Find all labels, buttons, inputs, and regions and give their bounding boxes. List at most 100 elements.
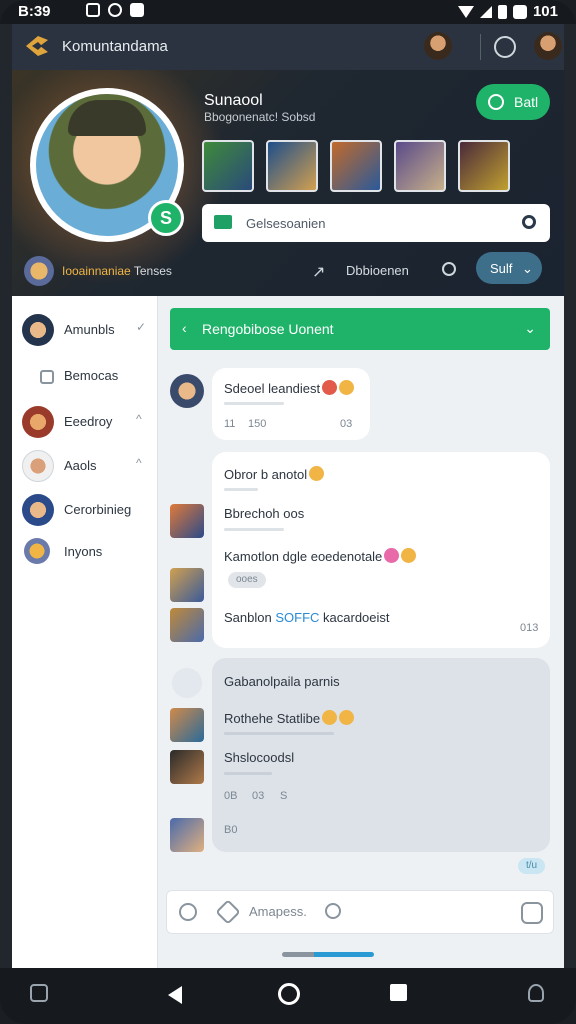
profile-avatar[interactable] [534, 32, 562, 60]
chat-bubble-icon[interactable] [494, 36, 516, 58]
sidebar-item[interactable]: Eeedroy ^ [12, 402, 158, 442]
notification-icon [86, 3, 100, 17]
thumb-emoji-icon [322, 710, 338, 725]
home-icon[interactable] [278, 983, 300, 1005]
search-field[interactable]: Gelsesoanien [202, 204, 550, 242]
unread-badge: t/u [518, 858, 546, 874]
profile-hero: S Sunaool Bbogonenatc! Sobsd Batl Gelses… [12, 70, 564, 296]
profile-subtitle: Bbogonenatc! Sobsd [204, 110, 316, 124]
search-icon[interactable] [522, 215, 536, 229]
message-body: Obror b anotol [224, 467, 308, 482]
sidebar-item[interactable]: Bemocas [12, 356, 158, 396]
heart-eyes-emoji-icon [384, 548, 400, 563]
thumb-emoji-icon [309, 466, 325, 481]
message-text: Bbrechoh oos [224, 506, 305, 521]
message-time: 013 [520, 622, 539, 634]
message-link[interactable]: SOFFC [275, 610, 319, 625]
sidebar-item[interactable]: Amunbls ✓ [12, 310, 158, 350]
sidebar: Amunbls ✓ Bemocas Eeedroy ^ Aaols ^ Cero… [12, 296, 158, 968]
chevron-down-icon[interactable]: ⌄ [524, 320, 536, 337]
sidebar-item[interactable]: Inyons [12, 532, 158, 572]
message-text: Rothehe Statlibe [224, 710, 355, 726]
sidebar-item-label: Amunbls [64, 322, 115, 337]
chat-button-label: Batl [514, 94, 539, 110]
game-thumbnail[interactable] [458, 140, 510, 192]
wifi-icon [457, 5, 474, 18]
page-icon [40, 370, 54, 384]
avatar[interactable] [170, 568, 204, 602]
community-name: Iooainnaniae [62, 264, 131, 278]
app-notification-icon [130, 3, 144, 17]
avatar[interactable] [170, 608, 204, 642]
battery-icon [497, 4, 507, 19]
avatar[interactable] [170, 750, 204, 784]
avatar[interactable] [170, 708, 204, 742]
game-thumbnail[interactable] [330, 140, 382, 192]
community-avatar[interactable] [24, 256, 54, 286]
magnifier-icon[interactable] [442, 262, 456, 276]
status-time: B:39 [18, 3, 51, 20]
share-icon[interactable]: ↗ [312, 262, 325, 282]
message-meta: 150 [248, 418, 267, 430]
app-header: Komuntandama [12, 24, 564, 70]
header-divider [480, 34, 481, 60]
message-composer: Amapess. [166, 890, 554, 934]
heart-outline-icon[interactable] [325, 903, 341, 919]
battery-level: 101 [532, 3, 558, 20]
stats-button[interactable]: Sulf ⌄ [476, 252, 542, 284]
message-body: kacardoeist [323, 610, 390, 625]
accessibility-icon[interactable] [528, 984, 544, 1002]
chat-icon [488, 94, 504, 110]
chevron-left-icon[interactable]: ‹ [182, 320, 187, 336]
sidebar-item[interactable]: Aaols ^ [12, 446, 158, 486]
phone-screen: B:39 101 Komuntandama S Sunaool Bbogonen… [0, 0, 576, 1024]
smiley-emoji-icon [339, 710, 355, 725]
message-bubble: Obror b anotol Bbrechoh oos Kamotlon dgl… [212, 452, 550, 648]
attachment-icon[interactable] [215, 899, 241, 925]
avatar [22, 494, 54, 526]
stats-button-label: Sulf [490, 261, 513, 276]
battery-saver-icon [512, 4, 527, 19]
message-meta: 0B [224, 790, 238, 802]
sidebar-item-label: Eeedroy [64, 414, 113, 429]
message-tag: ooes [228, 572, 266, 588]
game-thumbnail[interactable] [202, 140, 254, 192]
system-navbar [0, 968, 576, 1024]
avatar [22, 406, 54, 438]
sync-icon [108, 3, 122, 17]
message-meta: B0 [224, 824, 238, 836]
search-input[interactable]: Gelsesoanien [246, 216, 326, 231]
avatar [22, 450, 54, 482]
game-thumbnail[interactable] [394, 140, 446, 192]
scroll-indicator[interactable] [282, 952, 374, 957]
chevron-up-icon: ^ [136, 412, 142, 426]
avatar[interactable] [170, 818, 204, 852]
chat-panel: ‹ Rengobibose Uonent ⌄ Sdeoel leandiest … [158, 296, 564, 968]
smiley-emoji-icon [401, 548, 417, 563]
breadcrumb[interactable]: Dbbioenen [346, 263, 409, 278]
recent-apps-icon[interactable] [390, 984, 407, 1001]
sidebar-item[interactable]: Cerorbinieg [12, 490, 158, 530]
chat-button[interactable]: Batl [476, 84, 550, 120]
group-title: Rengobibose Uonent [202, 321, 334, 337]
quote-bar [224, 488, 258, 491]
avatar[interactable] [170, 504, 204, 538]
app-title: Komuntandama [62, 38, 168, 55]
quote-bar [224, 402, 284, 405]
back-icon[interactable] [168, 986, 182, 1004]
message-time: 03 [340, 418, 353, 430]
avatar[interactable] [170, 374, 204, 408]
heart-icon[interactable] [179, 903, 197, 921]
app-logo-icon[interactable] [24, 34, 50, 58]
game-thumbnail[interactable] [266, 140, 318, 192]
chevron-up-icon: ^ [136, 456, 142, 470]
send-icon[interactable] [521, 902, 543, 924]
friend-avatar[interactable] [424, 32, 452, 60]
group-header[interactable]: ‹ Rengobibose Uonent ⌄ [170, 308, 550, 350]
message-input[interactable]: Amapess. [249, 904, 307, 919]
avatar [24, 538, 50, 564]
check-icon: ✓ [136, 320, 147, 334]
avatar-placeholder [172, 668, 202, 698]
keyboard-icon[interactable] [30, 984, 48, 1002]
message-bubble: Gabanolpaila parnis Rothehe Statlibe Shs… [212, 658, 550, 852]
